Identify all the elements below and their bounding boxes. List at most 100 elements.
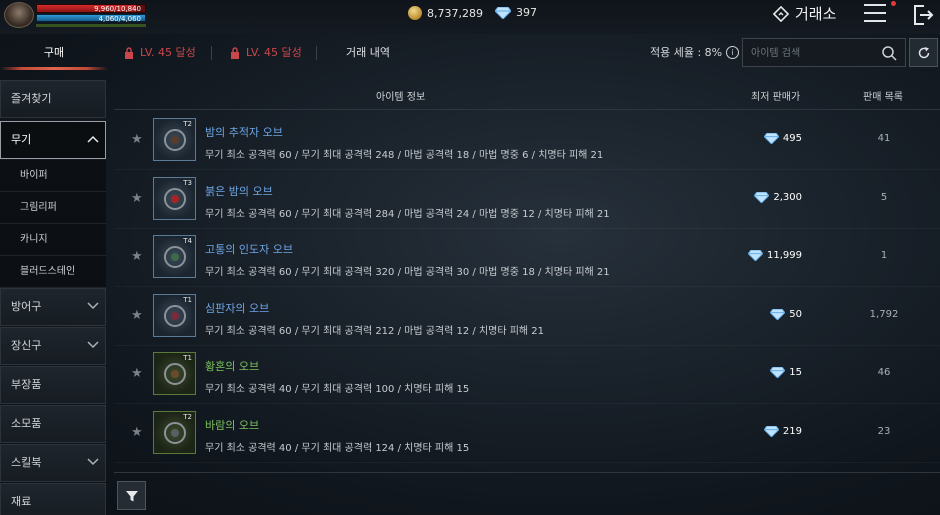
lock-icon [231, 47, 239, 59]
filter-icon [125, 490, 138, 501]
item-tier: T1 [183, 354, 192, 362]
sidebar-item-skillbook[interactable]: 스킬북 [0, 444, 106, 482]
sidebar-item-consumable[interactable]: 소모품 [0, 405, 106, 443]
item-name: 밤의 추적자 오브 [205, 126, 283, 139]
item-tier: T3 [183, 178, 192, 187]
sidebar-sub-item-grimreaper[interactable]: 그림리퍼 [0, 192, 106, 224]
sidebar-sub-item-viper[interactable]: 바이퍼 [0, 160, 106, 192]
chevron-down-icon [87, 302, 99, 310]
sidebar-item-label: 무기 [11, 133, 32, 146]
tab-history[interactable]: 거래 내역 [346, 38, 390, 68]
item-price: 2,300 [754, 191, 802, 203]
header-item-info: 아이템 정보 [376, 92, 426, 103]
table-row[interactable]: ★ T2 밤의 추적자 오브무기 최소 공격력 60 / 무기 최대 공격력 248… [114, 112, 940, 170]
sidebar-item-material[interactable]: 재료 [0, 483, 106, 515]
item-icon: T1 [153, 293, 196, 337]
item-listing-count: 5 [880, 191, 888, 203]
favorite-star-icon[interactable]: ★ [131, 132, 143, 147]
favorite-star-icon[interactable]: ★ [131, 425, 143, 440]
character-portrait[interactable] [4, 2, 34, 28]
refresh-icon [918, 46, 929, 58]
tab-locked-2[interactable]: LV. 45 달성 [230, 38, 302, 68]
item-price: 15 [770, 367, 802, 378]
tab-divider [211, 38, 212, 68]
diamond-display: 397 [495, 6, 537, 19]
sidebar-item-label: 스킬북 [11, 456, 42, 469]
info-icon[interactable]: i [726, 45, 740, 59]
refresh-button[interactable] [909, 38, 938, 67]
table-row[interactable]: ★ T2 바람의 오브 무기 최소 공격력 40 / 무기 최대 공격력 124 / … [114, 405, 940, 463]
chevron-down-icon [87, 458, 99, 466]
filter-button[interactable] [117, 481, 146, 510]
orb-icon [164, 187, 186, 210]
search-box [742, 38, 906, 67]
tab-locked-1[interactable]: LV. 45 달성 [124, 38, 196, 68]
item-name: 바람의 오브 [205, 418, 260, 432]
item-listing-count: 1,792 [869, 308, 899, 320]
lock-icon [125, 47, 133, 59]
sidebar-sub-item-bloodstain[interactable]: 블러드스테인 [0, 256, 106, 288]
chevron-up-icon [87, 135, 99, 143]
tab-locked-1-label: LV. 45 달성 [140, 46, 196, 59]
notification-dot [891, 1, 896, 6]
item-list: ★ T2 밤의 추적자 오브무기 최소 공격력 60 / 무기 최대 공격력 248… [114, 112, 940, 472]
item-stats: 무기 최소 공격력 60 / 무기 최대 공격력 320 / 마법 공격력 30… [205, 267, 610, 278]
item-price-value: 495 [782, 133, 802, 144]
table-row[interactable]: ★ T4 고통의 인도자 오브 무기 최소 공격력 60 / 무기 최대 공격력 32… [114, 229, 940, 287]
table-row[interactable]: ★ T3 붉은 밤의 오브 무기 최소 공격력 60 / 무기 최대 공격력 284 … [114, 171, 940, 229]
item-listing-count: 1 [880, 250, 888, 261]
header-lowest-price: 최저 판매가 [751, 92, 801, 103]
sub-item-label: 블러드스테인 [20, 266, 76, 277]
item-name: 심판자의 오브 [205, 301, 270, 315]
exit-icon[interactable] [912, 4, 934, 26]
sidebar-item-label: 부장품 [11, 378, 42, 391]
exchange-icon [773, 5, 789, 22]
item-icon: T4 [153, 235, 196, 278]
item-stats: 무기 최소 공격력 40 / 무기 최대 공격력 124 / 치명타 피해 15 [205, 442, 470, 454]
sidebar-item-label: 장신구 [11, 339, 42, 352]
table-row[interactable]: ★ T1 심판자의 오브 무기 최소 공격력 60 / 무기 최대 공격력 212 /… [114, 288, 940, 346]
item-tier: T2 [183, 120, 192, 128]
tab-buy-label: 구매 [43, 46, 65, 59]
diamond-icon [748, 250, 763, 261]
orb-icon [164, 304, 186, 327]
favorite-star-icon[interactable]: ★ [131, 191, 143, 206]
hp-bar: 9,960/10,840 [36, 4, 146, 13]
table-row[interactable]: ★ T1 황혼의 오브 무기 최소 공격력 40 / 무기 최대 공격력 100 / … [114, 346, 940, 404]
search-input[interactable] [751, 45, 871, 61]
favorite-star-icon[interactable]: ★ [131, 249, 143, 264]
item-icon: T1 [153, 352, 196, 395]
diamond-icon [754, 191, 770, 203]
sidebar-item-label: 재료 [11, 495, 32, 508]
diamond-icon [763, 133, 779, 144]
hamburger-menu-icon[interactable] [864, 4, 886, 24]
sidebar-item-accessory[interactable]: 장신구 [0, 327, 106, 365]
sidebar-item-favorites[interactable]: 즐겨찾기 [0, 80, 106, 118]
sidebar-item-armor[interactable]: 방어구 [0, 288, 106, 326]
sidebar-item-weapon[interactable]: 무기 [0, 121, 106, 159]
item-name: 붉은 밤의 오브 [205, 184, 273, 198]
sub-item-label: 카니지 [20, 234, 48, 245]
orb-icon [164, 421, 186, 444]
sidebar-item-label: 방어구 [11, 300, 42, 313]
list-divider [114, 472, 940, 473]
favorite-star-icon[interactable]: ★ [131, 308, 143, 323]
diamond-icon [770, 308, 786, 320]
sidebar-item-subitem[interactable]: 부장품 [0, 366, 106, 404]
item-stats: 무기 최소 공격력 60 / 무기 최대 공격력 248 / 마법 공격력 18… [205, 150, 604, 161]
item-icon: T2 [153, 118, 196, 161]
search-icon[interactable] [881, 45, 897, 61]
mp-text: 4,060/4,060 [98, 15, 141, 23]
tab-buy[interactable]: 구매 [0, 38, 108, 70]
item-price-value: 50 [789, 308, 802, 320]
gold-amount: 8,737,289 [427, 6, 483, 20]
item-price: 219 [763, 425, 802, 437]
tab-locked-2-label: LV. 45 달성 [246, 46, 302, 59]
header-listing-count: 판매 목록 [863, 92, 903, 103]
favorite-star-icon[interactable]: ★ [131, 366, 143, 381]
item-price-value: 219 [782, 425, 802, 437]
sidebar-sub-item-carnage[interactable]: 카니지 [0, 224, 106, 256]
item-tier: T1 [183, 295, 192, 304]
orb-icon [164, 363, 186, 385]
item-tier: T4 [183, 237, 192, 245]
